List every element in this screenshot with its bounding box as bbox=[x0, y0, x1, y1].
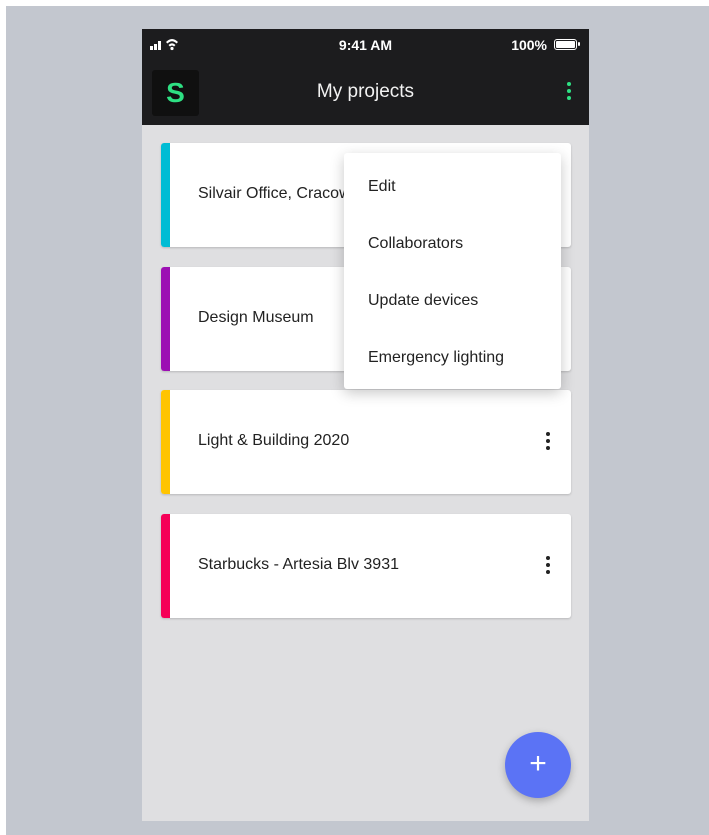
menu-item-edit[interactable]: Edit bbox=[368, 178, 396, 196]
page-title: My projects bbox=[316, 81, 415, 102]
project-name: Silvair Office, Cracow bbox=[198, 185, 351, 202]
project-color-bar bbox=[161, 390, 170, 494]
project-color-bar bbox=[161, 267, 170, 371]
project-name: Starbucks - Artesia Blv 3931 bbox=[198, 556, 399, 573]
phone-screen: 9:41 AM 100% S My projects Silvair Offic… bbox=[142, 29, 589, 821]
menu-item-update-devices[interactable]: Update devices bbox=[368, 292, 478, 310]
status-bar: 9:41 AM 100% bbox=[142, 29, 589, 60]
project-context-menu: Edit Collaborators Update devices Emerge… bbox=[344, 153, 561, 389]
project-name: Light & Building 2020 bbox=[198, 432, 350, 449]
add-project-button[interactable]: + bbox=[505, 732, 571, 798]
project-color-bar bbox=[161, 143, 170, 247]
project-card[interactable]: Starbucks - Artesia Blv 3931 bbox=[161, 514, 571, 618]
screen-frame: 9:41 AM 100% S My projects Silvair Offic… bbox=[6, 6, 709, 835]
app-bar: S My projects bbox=[142, 60, 589, 125]
project-more-icon[interactable] bbox=[543, 556, 553, 578]
battery-percent: 100% bbox=[511, 37, 547, 53]
menu-item-collaborators[interactable]: Collaborators bbox=[368, 235, 463, 253]
project-name: Design Museum bbox=[198, 309, 314, 326]
more-options-icon[interactable] bbox=[563, 82, 575, 104]
project-more-icon[interactable] bbox=[543, 432, 553, 454]
menu-item-emergency-lighting[interactable]: Emergency lighting bbox=[368, 349, 504, 367]
battery-icon bbox=[554, 39, 580, 50]
project-color-bar bbox=[161, 514, 170, 618]
project-card[interactable]: Light & Building 2020 bbox=[161, 390, 571, 494]
